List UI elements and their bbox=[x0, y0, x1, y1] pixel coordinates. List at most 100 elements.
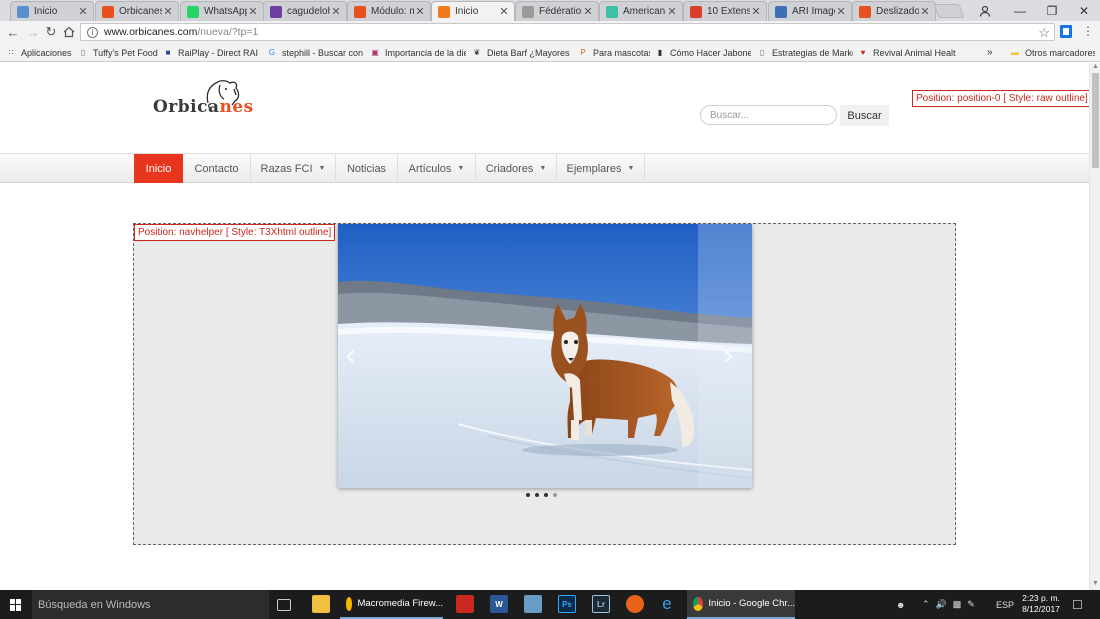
tab-close-icon[interactable]: ✕ bbox=[835, 5, 847, 18]
volume-icon[interactable]: 🔊 bbox=[936, 599, 947, 610]
profile-icon[interactable] bbox=[969, 0, 1001, 21]
minimize-icon[interactable]: — bbox=[1004, 0, 1036, 21]
word-icon[interactable]: W bbox=[490, 595, 508, 613]
nav-item[interactable]: Artículos ▼ bbox=[398, 154, 476, 183]
network-icon[interactable]: ▩ bbox=[953, 599, 962, 610]
extension-icon[interactable] bbox=[1060, 25, 1072, 38]
tab-close-icon[interactable]: ✕ bbox=[498, 5, 510, 18]
scroll-up-icon[interactable]: ▲ bbox=[1092, 63, 1099, 70]
tab-close-icon[interactable]: ✕ bbox=[750, 5, 762, 18]
language-indicator[interactable]: ESP bbox=[996, 590, 1014, 619]
back-arrow-icon[interactable]: ← bbox=[4, 23, 22, 41]
bookmark-item[interactable]: ∷ Aplicaciones bbox=[6, 46, 72, 59]
reload-icon[interactable]: ↻ bbox=[42, 23, 60, 41]
logo-text-orange: nes bbox=[219, 97, 254, 117]
slider-dot[interactable] bbox=[535, 493, 539, 497]
bookmark-item[interactable]: P Para mascotas bbox=[578, 46, 650, 59]
browser-tab[interactable]: ARI Image ✕ bbox=[768, 1, 852, 21]
nav-item[interactable]: Criadores ▼ bbox=[476, 154, 557, 183]
slider-next-arrow[interactable]: › bbox=[722, 336, 735, 374]
nav-item[interactable]: Inicio bbox=[134, 154, 183, 183]
photoshop-icon[interactable]: Ps bbox=[558, 595, 576, 613]
browser-tab[interactable]: Orbicanes |✕ bbox=[95, 1, 179, 21]
nav-item[interactable]: Noticias bbox=[336, 154, 398, 183]
dog-favicon-icon bbox=[17, 5, 29, 18]
browser-tab[interactable]: cagudelohi✕ bbox=[263, 1, 347, 21]
tab-close-icon[interactable]: ✕ bbox=[919, 5, 931, 18]
taskbar-search[interactable]: Búsqueda en Windows bbox=[32, 590, 269, 619]
browser-tab[interactable]: WhatsApp ✕ bbox=[180, 1, 264, 21]
firefox-icon[interactable] bbox=[626, 595, 644, 613]
forward-arrow-icon[interactable]: → bbox=[24, 23, 42, 41]
internet-explorer-icon[interactable]: e bbox=[658, 594, 676, 613]
slide-image-husky[interactable] bbox=[338, 224, 752, 488]
tab-close-icon[interactable]: ✕ bbox=[247, 5, 259, 18]
taskbar-app-label: Inicio - Google Chr... bbox=[708, 598, 795, 609]
home-icon[interactable] bbox=[60, 23, 78, 41]
new-tab-button[interactable] bbox=[933, 4, 965, 18]
slider-dot[interactable] bbox=[553, 493, 557, 497]
search-input[interactable] bbox=[700, 105, 837, 125]
restore-icon[interactable]: ❐ bbox=[1036, 0, 1068, 21]
bookmark-item[interactable]: ▯ Estrategias de Marke bbox=[757, 46, 853, 59]
bookmark-item[interactable]: ▣ Importancia de la die bbox=[370, 46, 466, 59]
app-blue-icon[interactable] bbox=[524, 595, 542, 613]
tab-close-icon[interactable]: ✕ bbox=[582, 5, 594, 18]
slider-prev-arrow[interactable]: ‹ bbox=[344, 336, 357, 374]
bookmark-item[interactable]: ♥ Revival Animal Healt bbox=[858, 46, 958, 59]
slider-dot[interactable] bbox=[526, 493, 530, 497]
tab-close-icon[interactable]: ✕ bbox=[162, 5, 174, 18]
bookmark-label: Dieta Barf ¿Mayores bbox=[487, 47, 570, 58]
bookmarks-overflow[interactable]: » bbox=[987, 46, 993, 59]
scroll-down-icon[interactable]: ▼ bbox=[1092, 580, 1099, 587]
notifications-icon[interactable]: ☐ bbox=[1072, 590, 1083, 619]
people-icon[interactable]: ☻ bbox=[896, 590, 905, 619]
pen-icon[interactable]: ✎ bbox=[967, 599, 975, 610]
tab-strip: Inicio✕Orbicanes |✕WhatsApp✕cagudelohi✕M… bbox=[0, 0, 1100, 21]
browser-tab[interactable]: American ✕ bbox=[599, 1, 683, 21]
app-red-icon[interactable] bbox=[456, 595, 474, 613]
scrollbar-thumb[interactable] bbox=[1092, 73, 1099, 168]
bookmark-label: Importancia de la die bbox=[385, 47, 466, 58]
file-explorer-icon[interactable] bbox=[312, 595, 330, 613]
tab-label: 10 Extensio bbox=[707, 6, 750, 17]
bookmark-item[interactable]: ▬ Otros marcadores bbox=[1010, 46, 1095, 59]
address-bar[interactable]: i www.orbicanes.com /nueva/?tp=1 ☆ bbox=[80, 23, 1055, 41]
start-button[interactable] bbox=[0, 590, 32, 619]
tab-close-icon[interactable]: ✕ bbox=[666, 5, 678, 18]
search-button[interactable]: Buscar bbox=[840, 105, 889, 126]
nav-item[interactable]: Razas FCI ▼ bbox=[251, 154, 336, 183]
browser-tab[interactable]: 10 Extensio✕ bbox=[683, 1, 767, 21]
browser-tab[interactable]: Inicio ✕ bbox=[10, 1, 94, 21]
nav-item[interactable]: Ejemplares ▼ bbox=[557, 154, 645, 183]
browser-tab[interactable]: Inicio ✕ bbox=[431, 1, 515, 21]
slider-dot[interactable] bbox=[544, 493, 548, 497]
whatsapp-icon bbox=[187, 5, 199, 18]
close-window-icon[interactable]: ✕ bbox=[1068, 0, 1100, 21]
lightroom-icon[interactable]: Lr bbox=[592, 595, 610, 613]
orbicanes-favicon-icon bbox=[354, 5, 366, 18]
browser-tab[interactable]: Deslizador ✕ bbox=[852, 1, 936, 21]
taskbar-app-fireworks[interactable]: Macromedia Firew... bbox=[340, 590, 443, 619]
bookmark-item[interactable]: ❦ Dieta Barf ¿Mayores bbox=[472, 46, 572, 59]
browser-tab[interactable]: Módulo: m ✕ bbox=[347, 1, 431, 21]
site-logo-text[interactable]: Orbicanes bbox=[153, 97, 254, 117]
bookmark-item[interactable]: ▯ Tuffy's Pet Foods bbox=[78, 46, 158, 59]
tray-chevron-icon[interactable]: ⌃ bbox=[922, 599, 930, 610]
browser-tab[interactable]: Fédération✕ bbox=[515, 1, 599, 21]
bookmark-star-icon[interactable]: ☆ bbox=[1038, 25, 1050, 41]
tab-close-icon[interactable]: ✕ bbox=[77, 5, 89, 18]
taskbar-clock[interactable]: 2:23 p. m. 8/12/2017 bbox=[1018, 593, 1064, 615]
tab-close-icon[interactable]: ✕ bbox=[330, 5, 342, 18]
tab-close-icon[interactable]: ✕ bbox=[414, 5, 426, 18]
task-view-icon[interactable] bbox=[277, 599, 291, 611]
menu-kebab-icon[interactable]: ⋮ bbox=[1082, 24, 1094, 38]
bookmark-item[interactable]: Gstephill - Buscar con bbox=[267, 46, 365, 59]
info-icon[interactable]: i bbox=[87, 26, 98, 38]
system-tray[interactable]: ⌃ 🔊 ▩ ✎ bbox=[922, 590, 975, 619]
page-scrollbar[interactable]: ▲ ▼ bbox=[1089, 63, 1100, 590]
bookmark-item[interactable]: ■ RaiPlay - Direct RAI bbox=[163, 46, 261, 59]
taskbar-app-chrome[interactable]: Inicio - Google Chr... bbox=[687, 590, 795, 619]
nav-item[interactable]: Contacto bbox=[183, 154, 251, 183]
bookmark-item[interactable]: ▮ Cómo Hacer Jabones bbox=[655, 46, 751, 59]
